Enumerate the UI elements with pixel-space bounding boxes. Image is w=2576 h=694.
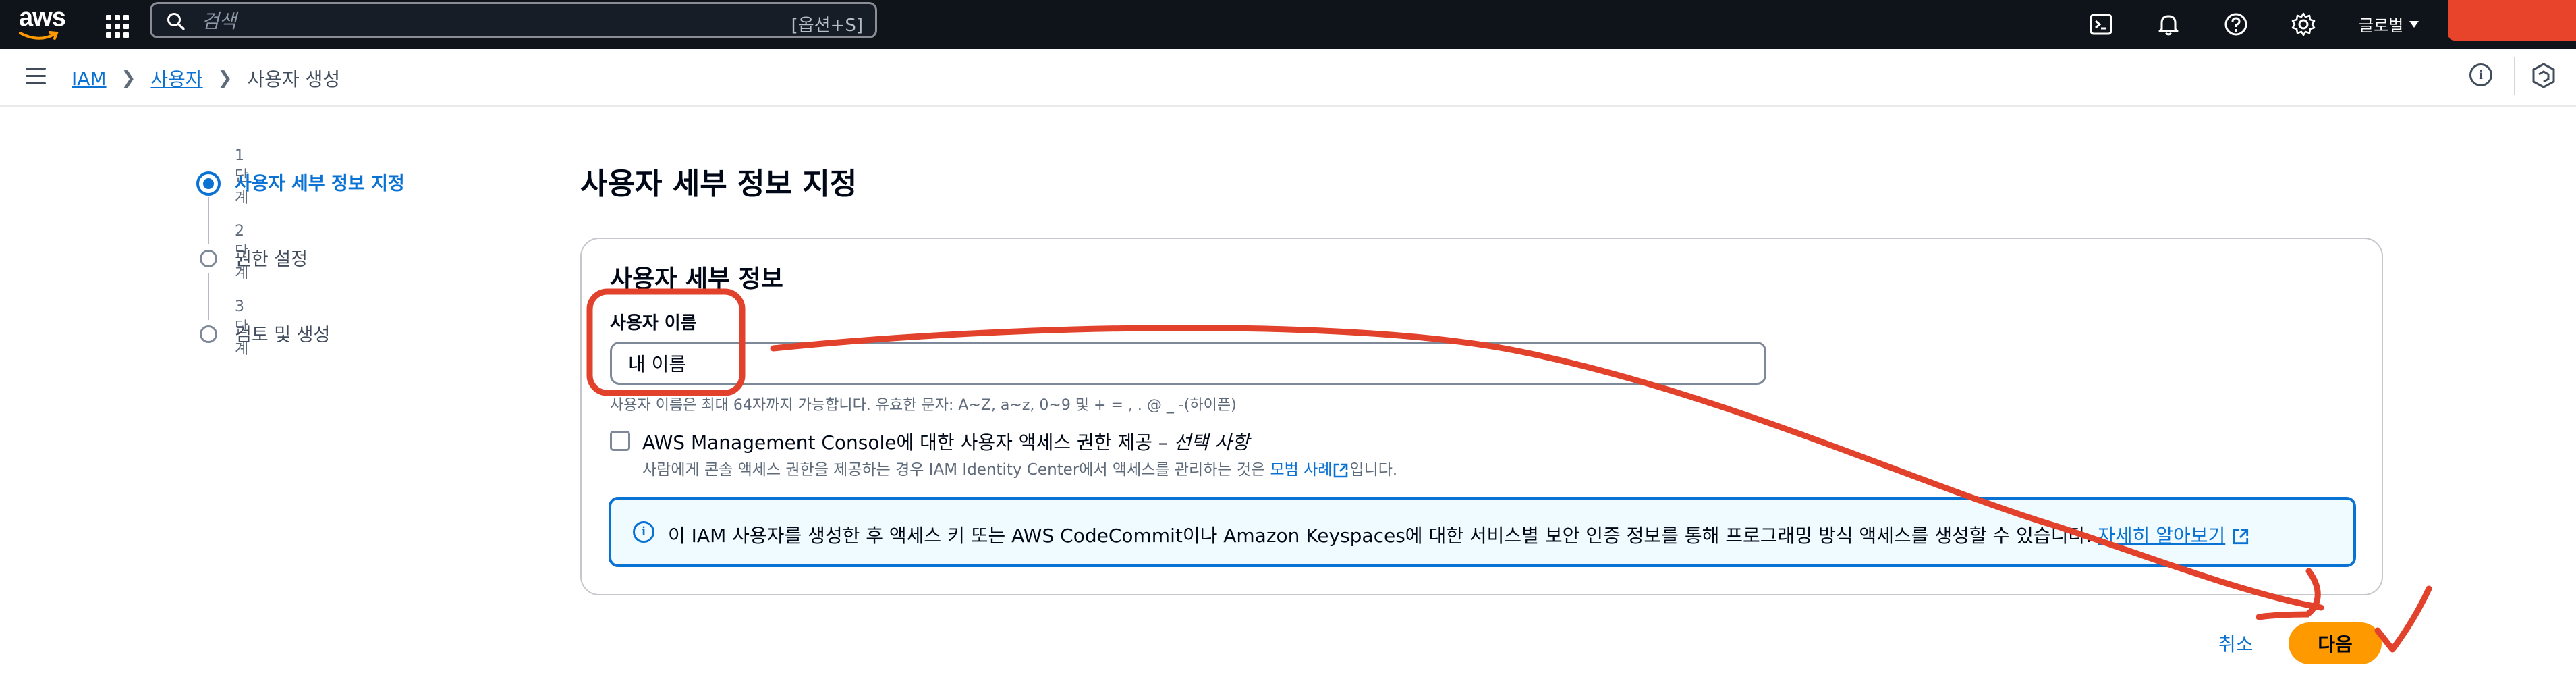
step-connector — [208, 273, 209, 320]
search-input[interactable] — [200, 9, 743, 32]
user-details-card: 사용자 세부 정보 사용자 이름 사용자 이름은 최대 64자까지 가능합니다.… — [580, 238, 2383, 595]
bell-icon[interactable] — [2155, 11, 2182, 38]
region-selector[interactable]: 글로벌 — [2359, 12, 2419, 36]
info-circle-icon: i — [633, 521, 654, 543]
breadcrumb: IAM ❯ 사용자 ❯ 사용자 생성 — [72, 65, 340, 92]
aws-logo-text: aws — [19, 3, 66, 32]
top-navigation: aws [옵션+S] 글로벌 — [0, 0, 2576, 49]
cancel-button[interactable]: 취소 — [2214, 629, 2258, 658]
breadcrumb-iam[interactable]: IAM — [72, 68, 107, 90]
breadcrumb-users[interactable]: 사용자 — [150, 65, 202, 92]
help-icon[interactable] — [2222, 11, 2249, 38]
account-menu[interactable] — [2448, 0, 2576, 41]
gear-icon[interactable] — [2290, 11, 2317, 38]
console-access-checkbox[interactable] — [610, 431, 630, 451]
step-label: 검토 및 생성 — [235, 325, 331, 346]
alert-message: 이 IAM 사용자를 생성한 후 액세스 키 또는 AWS CodeCommit… — [668, 521, 2250, 548]
info-icon[interactable]: i — [2469, 63, 2492, 86]
search-box[interactable]: [옵션+S] — [150, 2, 877, 38]
step-indicator-icon — [200, 250, 217, 267]
divider — [2514, 57, 2515, 95]
optional-text: 선택 사항 — [1173, 431, 1250, 454]
card-title: 사용자 세부 정보 — [610, 265, 783, 293]
username-input[interactable] — [610, 342, 1766, 385]
search-icon — [167, 13, 185, 30]
search-shortcut: [옵션+S] — [791, 16, 863, 36]
breadcrumb-current: 사용자 생성 — [247, 68, 341, 90]
chevron-right-icon: ❯ — [217, 68, 233, 88]
aws-smile-icon — [19, 31, 59, 40]
step-indicator-icon — [200, 325, 217, 343]
console-access-description: 사람에게 콘솔 액세스 권한을 제공하는 경우 IAM Identity Cen… — [642, 461, 1398, 479]
external-link-icon[interactable] — [2231, 527, 2250, 546]
region-label: 글로벌 — [2359, 16, 2404, 35]
hamburger-menu-icon[interactable] — [26, 68, 46, 90]
hexagon-icon[interactable] — [2531, 62, 2556, 89]
step-indicator-icon — [196, 171, 221, 196]
step-label: 권한 설정 — [235, 249, 308, 270]
username-hint: 사용자 이름은 최대 64자까지 가능합니다. 유효한 문자: A~Z, a~z… — [610, 397, 1237, 414]
cloudshell-icon[interactable] — [2088, 11, 2115, 38]
caret-down-icon — [2409, 20, 2419, 28]
username-label: 사용자 이름 — [610, 313, 697, 333]
breadcrumb-bar: IAM ❯ 사용자 ❯ 사용자 생성 i — [0, 49, 2576, 107]
learn-more-link[interactable]: 자세히 알아보기 — [2098, 525, 2225, 547]
apps-grid-icon[interactable] — [103, 11, 129, 38]
info-alert: i 이 IAM 사용자를 생성한 후 액세스 키 또는 AWS CodeComm… — [609, 497, 2356, 567]
step-connector — [208, 197, 209, 244]
step-label: 사용자 세부 정보 지정 — [235, 174, 405, 194]
checkmark-annotation — [2374, 585, 2432, 653]
page-title: 사용자 세부 정보 지정 — [580, 167, 858, 201]
chevron-right-icon: ❯ — [121, 68, 136, 88]
next-button[interactable]: 다음 — [2289, 622, 2382, 664]
console-access-label[interactable]: AWS Management Console에 대한 사용자 액세스 권한 제공… — [642, 428, 1250, 455]
external-link-icon[interactable] — [1332, 462, 1349, 479]
best-practice-link[interactable]: 모범 사례 — [1270, 461, 1332, 479]
aws-logo[interactable]: aws — [19, 3, 66, 43]
